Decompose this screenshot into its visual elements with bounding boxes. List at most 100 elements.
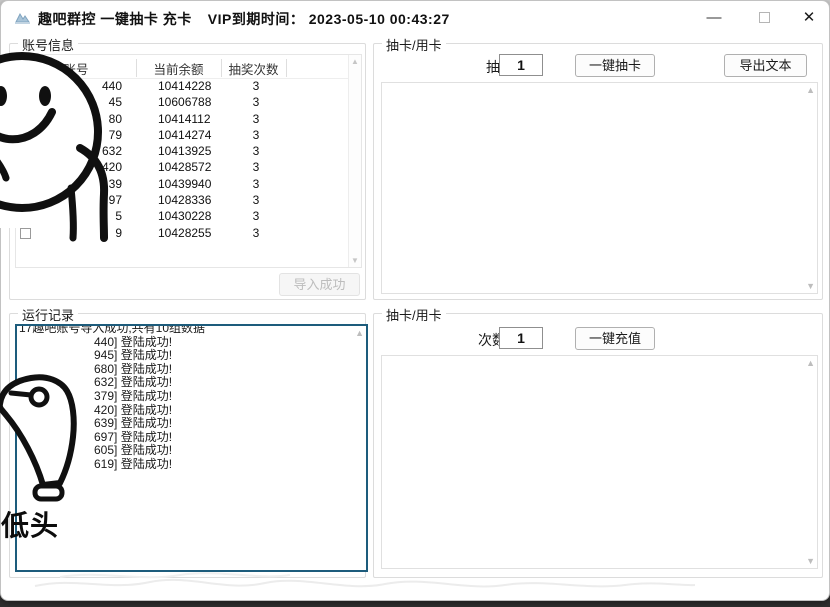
- header-balance[interactable]: 当前余额: [136, 59, 221, 78]
- cell-draws: 3: [241, 144, 271, 158]
- scroll-up-icon[interactable]: ▲: [355, 328, 364, 338]
- log-lines: 17趣吧账号导入成功,共有10组数据 440] 登陆成功!945] 登陆成功!6…: [17, 324, 366, 472]
- cell-account: 79: [44, 128, 122, 142]
- app-window: 趣吧群控 一键抽卡 充卡 VIP到期时间： 2023-05-10 00:43:27…: [0, 0, 830, 601]
- cell-account: 97: [44, 193, 122, 207]
- draw-card-group: 抽卡/用卡 抽卡 1 一键抽卡 导出文本 ▲ ▼: [373, 43, 823, 300]
- cell-account: 45: [44, 95, 122, 109]
- recharge-group: 抽卡/用卡 次数 1 一键充值 ▲ ▼: [373, 313, 823, 578]
- log-line: 697] 登陆成功!: [17, 431, 366, 445]
- scroll-down-icon[interactable]: ▼: [806, 556, 815, 566]
- table-row[interactable]: 9 104282553: [16, 226, 361, 242]
- cell-balance: 10428572: [158, 160, 238, 174]
- log-line: 632] 登陆成功!: [17, 376, 366, 390]
- row-checkbox[interactable]: [20, 114, 31, 125]
- cell-draws: 3: [241, 128, 271, 142]
- cell-balance: 10606788: [158, 95, 238, 109]
- cell-account: 440: [44, 79, 122, 93]
- table-row[interactable]: 440 104142283: [16, 79, 361, 95]
- row-checkbox[interactable]: [20, 211, 31, 222]
- app-title-text: 趣吧群控 一键抽卡 充卡: [38, 11, 192, 27]
- run-log-group: 运行记录 17趣吧账号导入成功,共有10组数据 440] 登陆成功!945] 登…: [9, 313, 366, 578]
- row-checkbox[interactable]: [20, 195, 31, 206]
- log-line: 440] 登陆成功!: [17, 336, 366, 350]
- cell-balance: 10413925: [158, 144, 238, 158]
- draw-card-group-label: 抽卡/用卡: [382, 35, 446, 54]
- table-row[interactable]: 45 106067883: [16, 95, 361, 111]
- cell-balance: 10439940: [158, 177, 238, 191]
- cell-draws: 3: [241, 226, 271, 240]
- window-title: 趣吧群控 一键抽卡 充卡 VIP到期时间： 2023-05-10 00:43:27: [38, 9, 450, 29]
- scroll-down-icon[interactable]: ▼: [806, 281, 815, 291]
- one-key-draw-button[interactable]: 一键抽卡: [575, 54, 655, 77]
- draw-result-textbox[interactable]: ▲ ▼: [381, 82, 818, 294]
- vip-expiry-text: VIP到期时间： 2023-05-10 00:43:27: [208, 11, 450, 27]
- row-checkbox[interactable]: [20, 97, 31, 108]
- minimize-icon[interactable]: —: [699, 7, 729, 29]
- cell-account: 632: [44, 144, 122, 158]
- cell-account: 5420: [44, 160, 122, 174]
- table-row[interactable]: 5420 104285723: [16, 160, 361, 176]
- draw-count-input[interactable]: 1: [499, 54, 543, 76]
- log-line: 945] 登陆成功!: [17, 349, 366, 363]
- cell-account: 9: [44, 226, 122, 240]
- account-info-label: 账号信息: [18, 35, 78, 54]
- run-log-label: 运行记录: [18, 305, 78, 324]
- cell-balance: 10428336: [158, 193, 238, 207]
- header-account[interactable]: 账号: [16, 59, 136, 78]
- log-line: 605] 登陆成功!: [17, 444, 366, 458]
- table-scrollbar[interactable]: ▲ ▼: [348, 55, 361, 267]
- log-line: 379] 登陆成功!: [17, 390, 366, 404]
- column-separator: [286, 59, 287, 77]
- row-checkbox[interactable]: [20, 81, 31, 92]
- account-table-header: 账号 当前余额 抽奖次数: [16, 55, 361, 79]
- table-row[interactable]: 632 104139253: [16, 144, 361, 160]
- log-line: 680] 登陆成功!: [17, 363, 366, 377]
- cell-balance: 10414274: [158, 128, 238, 142]
- log-line: 639] 登陆成功!: [17, 417, 366, 431]
- scroll-up-icon[interactable]: ▲: [349, 57, 361, 66]
- table-row[interactable]: 97 104283363: [16, 193, 361, 209]
- recharge-textbox[interactable]: ▲ ▼: [381, 355, 818, 569]
- run-log-textbox[interactable]: 17趣吧账号导入成功,共有10组数据 440] 登陆成功!945] 登陆成功!6…: [15, 324, 368, 572]
- cell-draws: 3: [241, 177, 271, 191]
- scroll-up-icon[interactable]: ▲: [806, 85, 815, 95]
- log-line: 619] 登陆成功!: [17, 458, 366, 472]
- row-checkbox[interactable]: [20, 179, 31, 190]
- scroll-down-icon[interactable]: ▼: [349, 256, 361, 265]
- cell-draws: 3: [241, 95, 271, 109]
- table-row[interactable]: 80104141123: [16, 112, 361, 128]
- cell-draws: 3: [241, 112, 271, 126]
- account-info-group: 账号信息 账号 当前余额 抽奖次数 4401041422834510606788…: [9, 43, 366, 300]
- row-checkbox[interactable]: [20, 228, 31, 239]
- header-draws[interactable]: 抽奖次数: [221, 59, 286, 78]
- export-text-button[interactable]: 导出文本: [724, 54, 807, 77]
- table-row[interactable]: 79 104142743: [16, 128, 361, 144]
- cell-account: 5: [44, 209, 122, 223]
- one-key-recharge-button[interactable]: 一键充值: [575, 327, 655, 350]
- table-row[interactable]: 5104302283: [16, 209, 361, 225]
- app-icon: [14, 10, 31, 25]
- table-row[interactable]: 39104399403: [16, 177, 361, 193]
- column-separator: [136, 59, 137, 77]
- cell-draws: 3: [241, 209, 271, 223]
- scroll-up-icon[interactable]: ▲: [806, 358, 815, 368]
- log-line: 420] 登陆成功!: [17, 404, 366, 418]
- maximize-icon[interactable]: [749, 7, 779, 29]
- cell-draws: 3: [241, 79, 271, 93]
- account-table[interactable]: 账号 当前余额 抽奖次数 440104142283451060678838010…: [15, 54, 362, 268]
- times-count-input[interactable]: 1: [499, 327, 543, 349]
- account-table-body: 4401041422834510606788380104141123791041…: [16, 79, 361, 242]
- cell-balance: 10414228: [158, 79, 238, 93]
- cell-balance: 10428255: [158, 226, 238, 240]
- row-checkbox[interactable]: [20, 162, 31, 173]
- row-checkbox[interactable]: [20, 146, 31, 157]
- import-success-button[interactable]: 导入成功: [279, 273, 360, 296]
- cell-draws: 3: [241, 160, 271, 174]
- cell-balance: 10414112: [158, 112, 238, 126]
- recharge-group-label: 抽卡/用卡: [382, 305, 446, 324]
- row-checkbox[interactable]: [20, 130, 31, 141]
- cell-draws: 3: [241, 193, 271, 207]
- close-icon[interactable]: ✕: [794, 7, 824, 29]
- log-line: 17趣吧账号导入成功,共有10组数据: [17, 324, 366, 336]
